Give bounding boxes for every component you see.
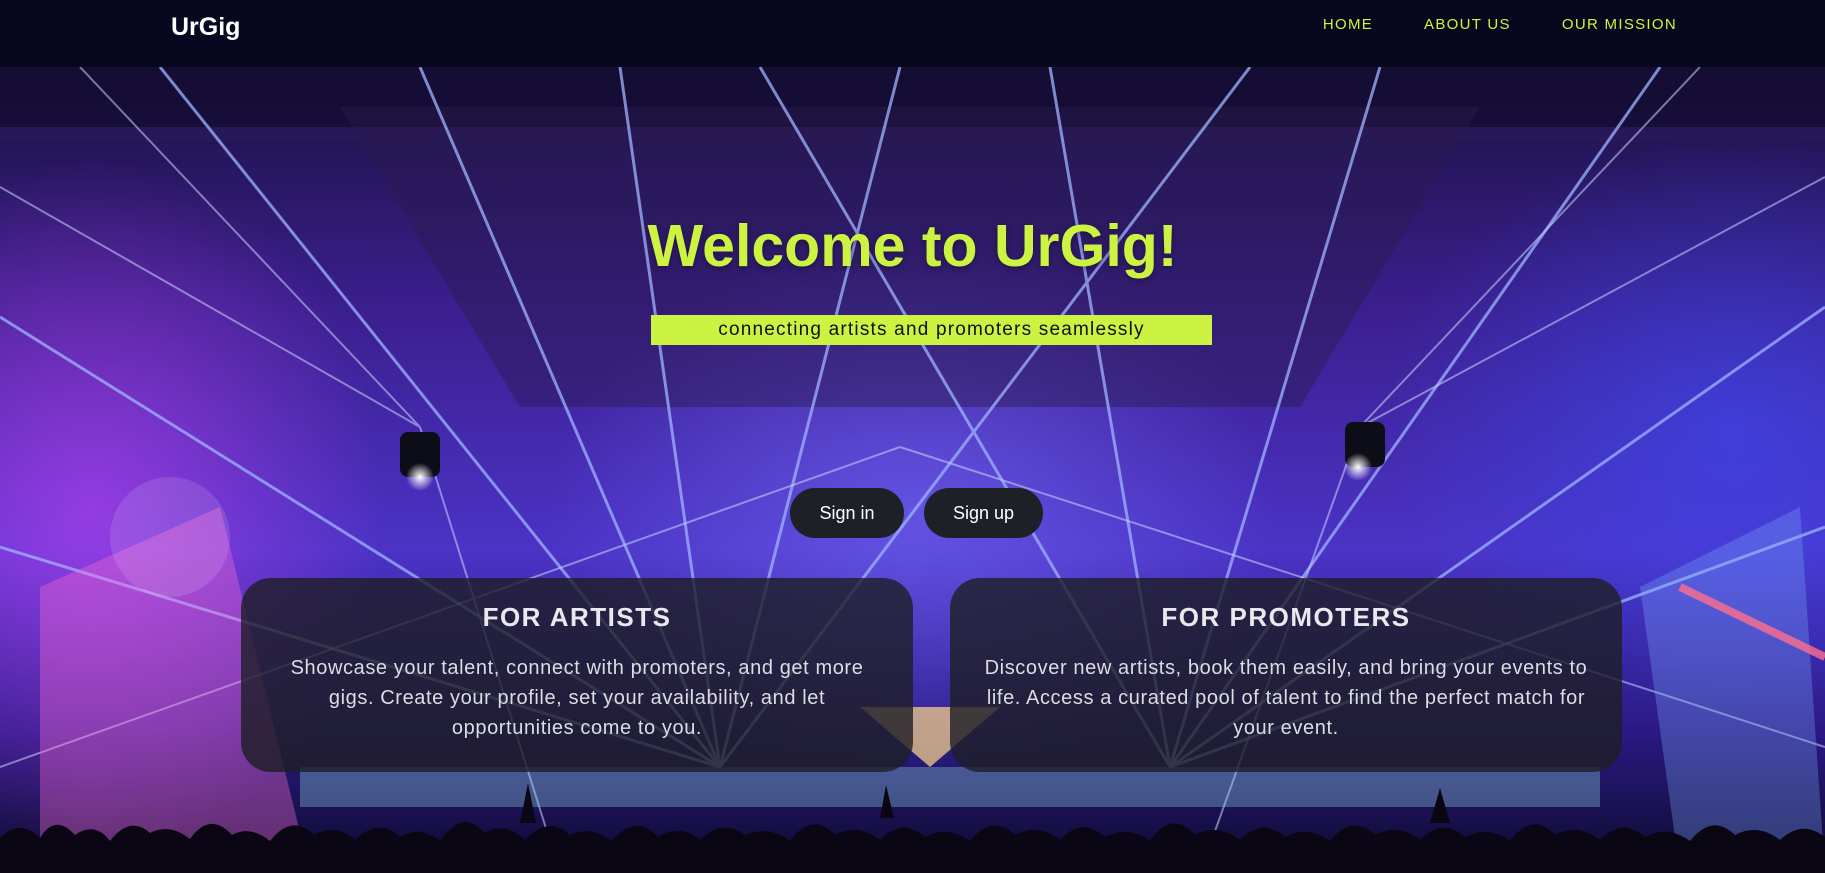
artists-card-body: Showcase your talent, connect with promo… xyxy=(290,657,864,739)
navbar: UrGig HOME ABOUT US OUR MISSION xyxy=(0,0,1825,67)
nav-link-about-us[interactable]: ABOUT US xyxy=(1424,16,1511,33)
sign-in-button[interactable]: Sign in xyxy=(790,488,904,538)
artists-card-title: FOR ARTISTS xyxy=(482,602,672,632)
artists-card: FOR ARTISTS Showcase your talent, connec… xyxy=(241,578,913,772)
page: UrGig HOME ABOUT US OUR MISSION Welcome … xyxy=(0,0,1825,873)
auth-buttons: Sign in Sign up xyxy=(0,488,1825,538)
nav-link-our-mission[interactable]: OUR MISSION xyxy=(1562,16,1677,33)
promoters-card-body: Discover new artists, book them easily, … xyxy=(984,657,1588,739)
nav-link-home[interactable]: HOME xyxy=(1323,16,1373,33)
promoters-card-title: FOR PROMOTERS xyxy=(1161,602,1411,632)
hero-section: Welcome to UrGig! connecting artists and… xyxy=(0,67,1825,873)
hero-tagline: connecting artists and promoters seamles… xyxy=(651,315,1212,345)
brand-logo[interactable]: UrGig xyxy=(171,13,240,42)
sign-up-button[interactable]: Sign up xyxy=(924,488,1043,538)
promoters-card: FOR PROMOTERS Discover new artists, book… xyxy=(950,578,1622,772)
nav-links: HOME ABOUT US OUR MISSION xyxy=(1323,16,1677,33)
hero-title: Welcome to UrGig! xyxy=(647,213,1178,279)
crowd-silhouette xyxy=(0,783,1825,873)
